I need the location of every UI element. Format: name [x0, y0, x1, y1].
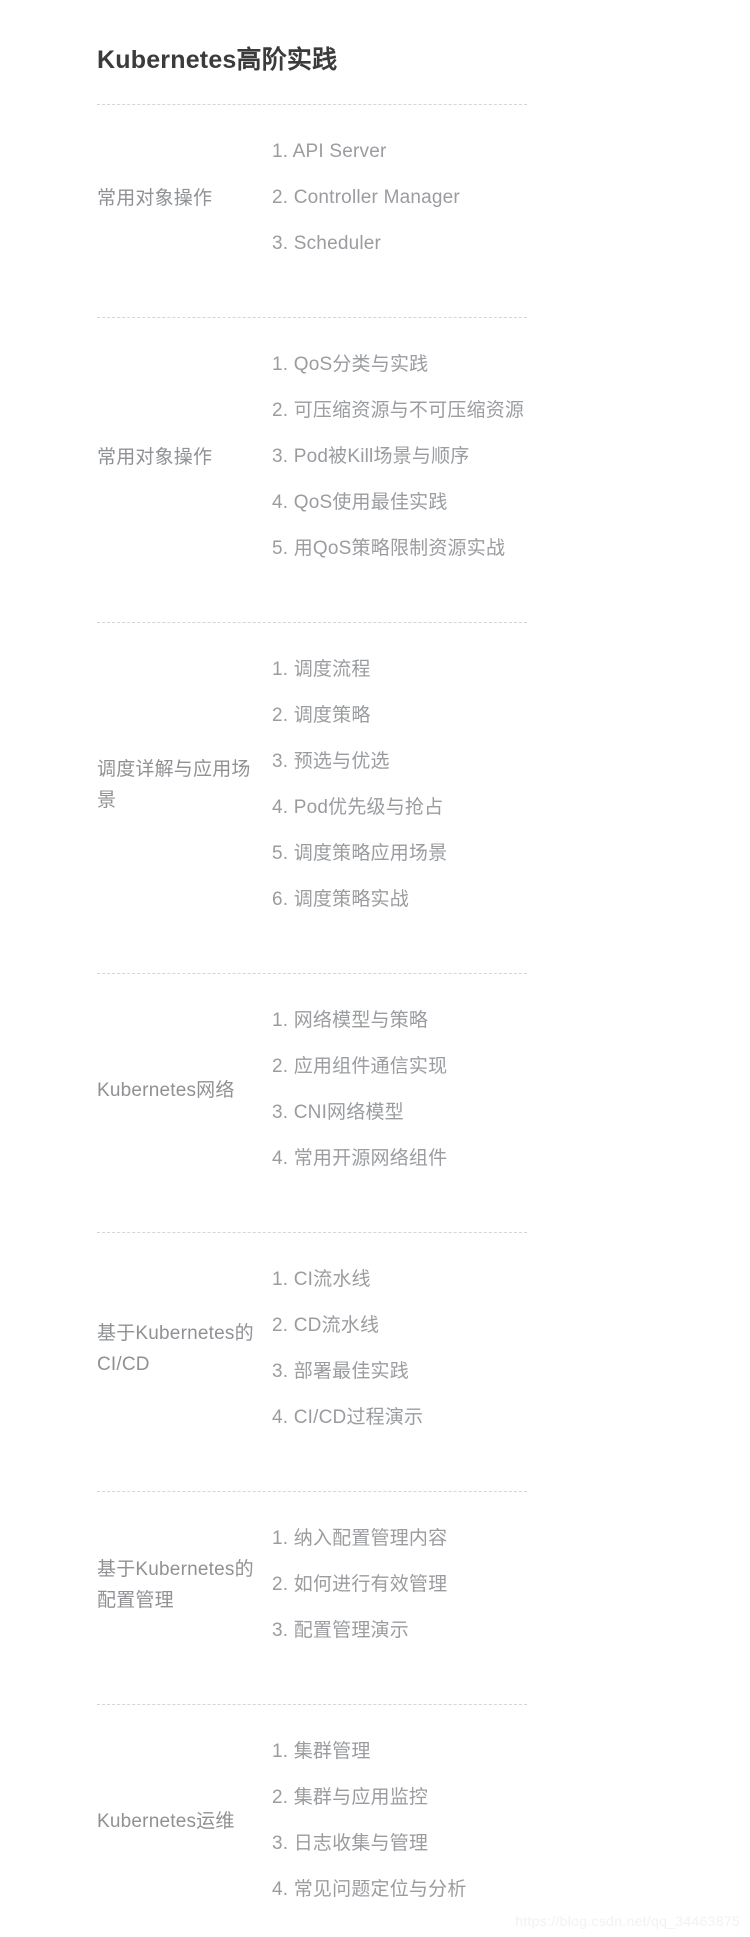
table-row: 调度详解与应用场景 1. 调度流程 2. 调度策略 3. 预选与优选 4. Pod优先级… [97, 623, 527, 947]
section-label: 基于Kubernetes的配置管理 [97, 1559, 254, 1611]
list-item: 4. CI/CD过程演示 [272, 1407, 424, 1428]
list-item: 2. 可压缩资源与不可压缩资源 [272, 400, 525, 421]
table-row: 常用对象操作 1. API Server 2. Controller Manager… [97, 105, 527, 291]
list-item: 3. 预选与优选 [272, 751, 390, 772]
list-item: 1. API Server [272, 141, 387, 162]
table-row: Kubernetes网络 1. 网络模型与策略 2. 应用组件通信实现 3. CNI网… [97, 974, 527, 1206]
list-item: 2. 集群与应用监控 [272, 1787, 429, 1808]
list-item: 3. 配置管理演示 [272, 1620, 409, 1641]
section-item-list: 1. API Server 2. Controller Manager 3. Sch… [272, 129, 527, 267]
watermark: https://blog.csdn.net/qq_34463875 [515, 1913, 740, 1929]
section-item-list: 1. 网络模型与策略 2. 应用组件通信实现 3. CNI网络模型 4. 常用开源网络… [272, 998, 527, 1182]
list-item: 5. 用QoS策略限制资源实战 [272, 538, 506, 559]
list-item: 4. 常用开源网络组件 [272, 1148, 448, 1169]
list-item: 1. 调度流程 [272, 659, 371, 680]
list-item: 6. 调度策略实战 [272, 889, 409, 910]
section-label: 常用对象操作 [97, 446, 213, 468]
list-item: 4. Pod优先级与抢占 [272, 797, 444, 818]
list-item: 4. QoS使用最佳实践 [272, 492, 448, 513]
section-label: Kubernetes运维 [97, 1810, 235, 1832]
list-item: 1. 纳入配置管理内容 [272, 1528, 448, 1549]
list-item: 2. 调度策略 [272, 705, 371, 726]
section-item-list: 1. CI流水线 2. CD流水线 3. 部署最佳实践 4. CI/CD过程演示 [272, 1257, 527, 1441]
table-row: Kubernetes运维 1. 集群管理 2. 集群与应用监控 3. 日志收集与管理 4… [97, 1705, 527, 1937]
list-item: 3. 日志收集与管理 [272, 1833, 429, 1854]
list-item: 1. QoS分类与实践 [272, 354, 429, 375]
section-label: 基于Kubernetes的CI/CD [97, 1323, 254, 1375]
page-title: Kubernetes高阶实践 [97, 46, 338, 74]
section-item-list: 1. 调度流程 2. 调度策略 3. 预选与优选 4. Pod优先级与抢占 5. 调度策… [272, 647, 527, 923]
list-item: 3. Pod被Kill场景与顺序 [272, 446, 470, 467]
list-item: 4. 常见问题定位与分析 [272, 1879, 467, 1900]
list-item: 1. CI流水线 [272, 1269, 371, 1290]
table-row: 常用对象操作 1. QoS分类与实践 2. 可压缩资源与不可压缩资源 3. Pod被K… [97, 318, 527, 596]
section-label: 调度详解与应用场景 [97, 759, 251, 811]
list-item: 1. 集群管理 [272, 1741, 371, 1762]
table-row: 基于Kubernetes的配置管理 1. 纳入配置管理内容 2. 如何进行有效管理 3… [97, 1492, 527, 1678]
section-item-list: 1. QoS分类与实践 2. 可压缩资源与不可压缩资源 3. Pod被Kill场景与… [272, 342, 527, 572]
section-item-list: 1. 纳入配置管理内容 2. 如何进行有效管理 3. 配置管理演示 [272, 1516, 527, 1654]
list-item: 3. 部署最佳实践 [272, 1361, 409, 1382]
list-item: 2. 如何进行有效管理 [272, 1574, 448, 1595]
list-item: 2. CD流水线 [272, 1315, 380, 1336]
list-item: 2. 应用组件通信实现 [272, 1056, 448, 1077]
section-label: Kubernetes网络 [97, 1079, 235, 1101]
section-item-list: 1. 集群管理 2. 集群与应用监控 3. 日志收集与管理 4. 常见问题定位与分析 [272, 1729, 527, 1913]
list-item: 3. CNI网络模型 [272, 1102, 404, 1123]
list-item: 3. Scheduler [272, 233, 382, 254]
section-label: 常用对象操作 [97, 187, 213, 209]
course-outline-page: Kubernetes高阶实践 常用对象操作 1. API Server 2. Con… [0, 0, 750, 1937]
curriculum-table: 常用对象操作 1. API Server 2. Controller Manager… [0, 104, 640, 1937]
list-item: 1. 网络模型与策略 [272, 1010, 429, 1031]
list-item: 2. Controller Manager [272, 187, 460, 208]
list-item: 5. 调度策略应用场景 [272, 843, 448, 864]
table-row: 基于Kubernetes的CI/CD 1. CI流水线 2. CD流水线 3. 部署最… [97, 1233, 527, 1465]
